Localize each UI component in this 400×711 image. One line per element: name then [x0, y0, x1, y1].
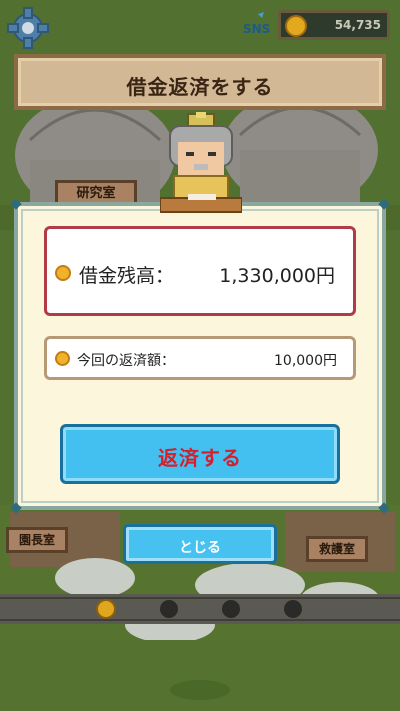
dialog-title-banner: 借金返済をする	[14, 54, 386, 110]
repay-amount-label: 今回の返済額：	[77, 353, 175, 369]
repay-button-label: 返済する	[158, 446, 242, 470]
close-button-label: とじる	[179, 540, 221, 556]
repay-button[interactable]: 返済する	[60, 424, 340, 484]
debt-balance-label: 借金残高：	[79, 265, 175, 287]
dialog-title: 借金返済をする	[126, 75, 274, 99]
repay-amount-box: 今回の返済額： 10,000円	[44, 336, 356, 380]
director-room-sign[interactable]: 園長室	[6, 527, 68, 553]
coin-balance-value: 54,735	[334, 18, 381, 32]
close-button[interactable]: とじる	[123, 524, 277, 564]
coin-balance: 54,735	[278, 10, 390, 40]
coin-icon	[55, 351, 70, 366]
debt-balance-box: 借金残高： 1,330,000円	[44, 226, 356, 316]
old-man-character	[160, 112, 242, 213]
sns-label[interactable]: SNS	[243, 22, 270, 36]
rescue-room-sign[interactable]: 救護室	[306, 536, 368, 562]
debt-balance-value: 1,330,000円	[219, 265, 335, 287]
repay-amount-value: 10,000円	[274, 353, 337, 369]
settings-gear-icon[interactable]	[6, 6, 50, 50]
coin-icon	[285, 15, 307, 37]
coin-icon	[55, 265, 71, 281]
